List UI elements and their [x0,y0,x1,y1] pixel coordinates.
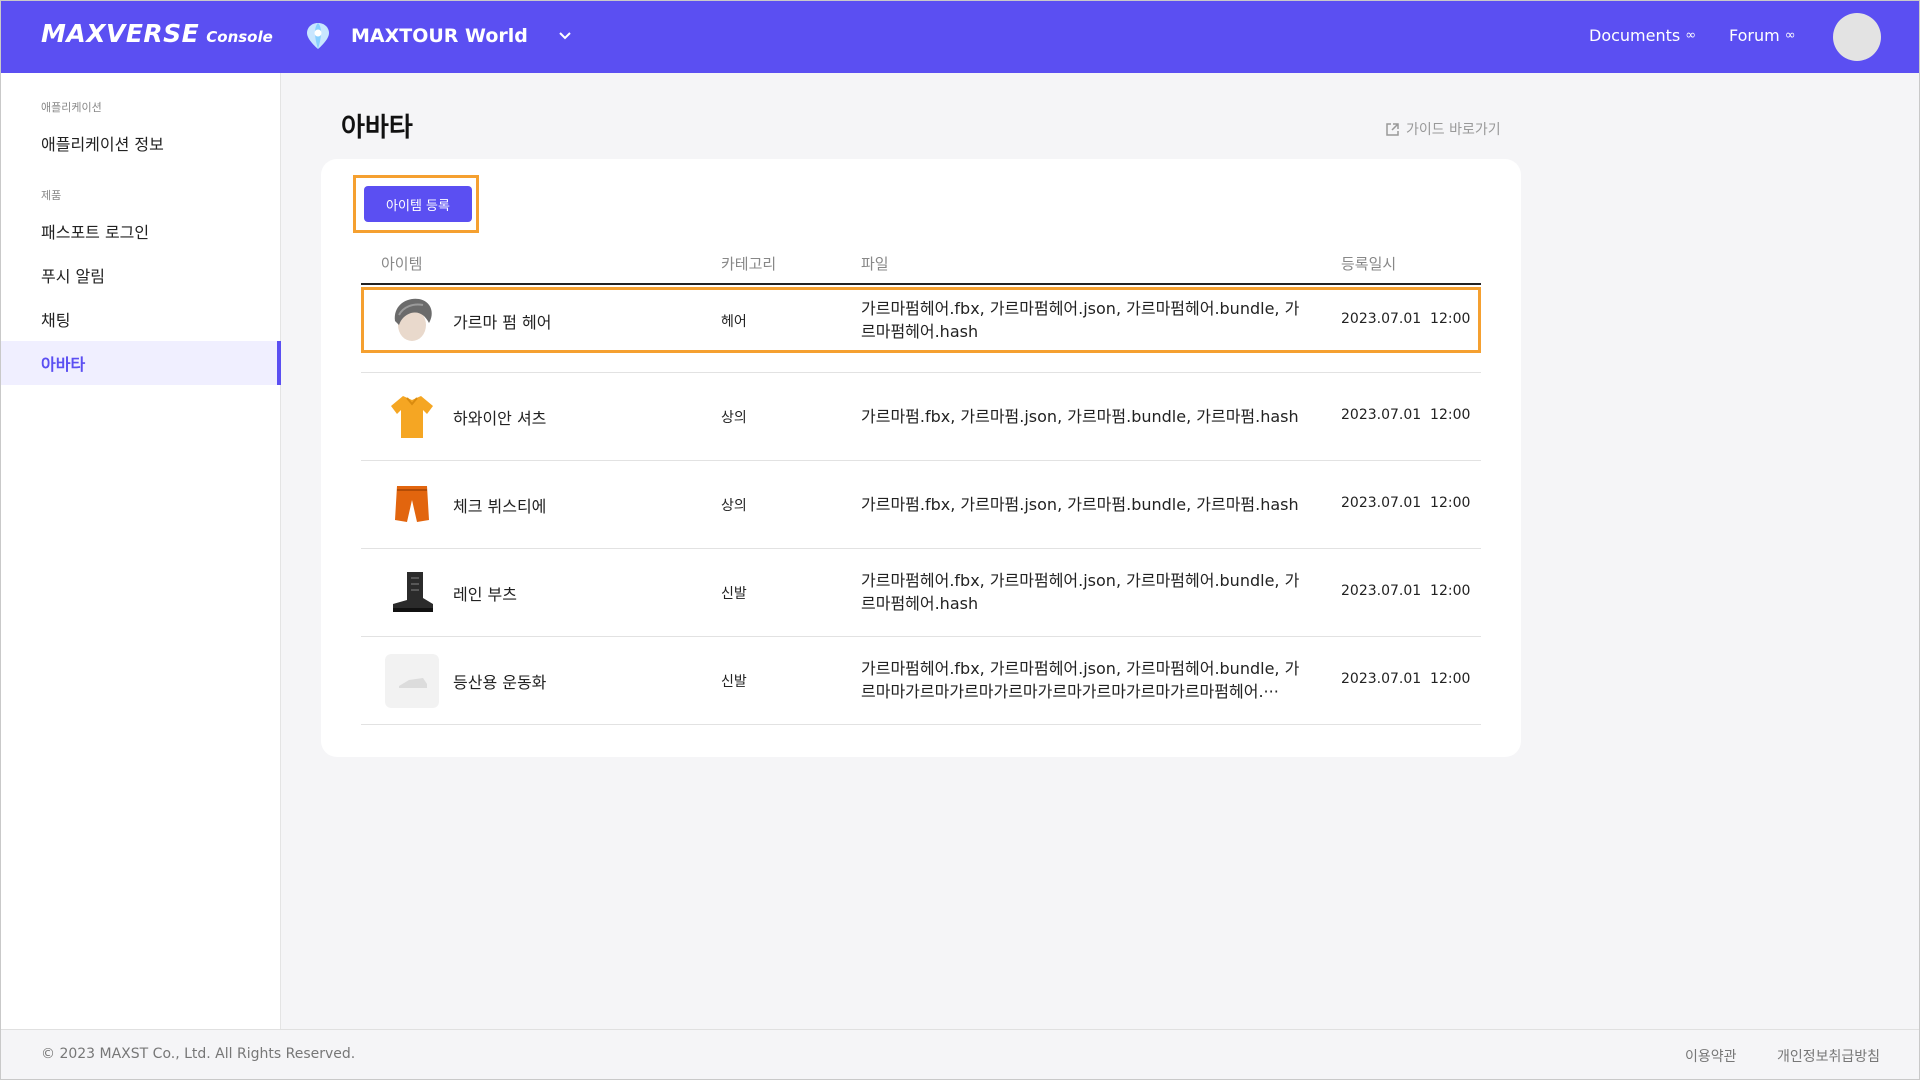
sidebar: 애플리케이션 애플리케이션 정보 제품 패스포트 로그인 푸시 알림 채팅 아바… [1,73,281,1029]
shorts-icon [395,486,429,522]
item-date: 2023.07.01 12:00 [1341,311,1471,327]
documents-label: Documents [1589,26,1681,45]
item-date: 2023.07.01 12:00 [1341,583,1471,599]
logo[interactable]: MAXVERSE Console [41,19,273,48]
external-link-icon: ∞ [1784,28,1796,43]
guide-link[interactable]: 가이드 바로가기 [1385,119,1501,139]
sidebar-section-product: 제품 [41,189,62,202]
item-category: 신발 [721,674,747,690]
avatar[interactable] [1833,13,1881,61]
terms-link[interactable]: 이용약관 [1685,1046,1737,1066]
column-header-date: 등록일시 [1341,255,1397,273]
external-link-icon [1386,122,1399,136]
add-button-highlight: 아이템 등록 [353,175,479,233]
add-item-button[interactable]: 아이템 등록 [364,186,472,222]
app-frame: MAXVERSE Console MAXTOUR World Documents… [0,0,1920,1080]
map-pin-icon [307,23,329,49]
sidebar-section-app: 애플리케이션 [41,101,102,114]
item-files: 가르마펌.fbx, 가르마펌.json, 가르마펌.bundle, 가르마펌.h… [861,495,1299,514]
sidebar-item-passport-login[interactable]: 패스포트 로그인 [1,209,281,253]
project-name: MAXTOUR World [351,25,528,47]
table-row[interactable]: 레인 부츠 신발 가르마펌헤어.fbx, 가르마펌헤어.json, 가르마펌헤어… [361,549,1481,637]
logo-main: MAXVERSE [41,19,200,48]
column-header-category: 카테고리 [721,255,777,273]
copyright: © 2023 MAXST Co., Ltd. All Rights Reserv… [41,1046,356,1062]
documents-link[interactable]: Documents ∞ [1589,26,1696,45]
sidebar-item-chat[interactable]: 채팅 [1,297,281,341]
table-row[interactable]: 체크 뷔스티에 상의 가르마펌.fbx, 가르마펌.json, 가르마펌.bun… [361,461,1481,549]
boot-icon [393,572,433,612]
item-date: 2023.07.01 12:00 [1341,495,1471,511]
top-bar: MAXVERSE Console MAXTOUR World Documents… [1,1,1919,73]
forum-link[interactable]: Forum ∞ [1729,26,1796,45]
forum-label: Forum [1729,26,1780,45]
item-category: 헤어 [721,314,747,330]
item-category: 상의 [721,410,747,426]
item-date: 2023.07.01 12:00 [1341,407,1471,423]
column-header-file: 파일 [861,255,889,273]
table-header: 아이템 카테고리 파일 등록일시 [361,245,1481,285]
sidebar-item-avatar[interactable]: 아바타 [1,341,281,385]
project-selector[interactable]: MAXTOUR World [305,22,572,50]
privacy-link[interactable]: 개인정보취급방침 [1777,1046,1880,1066]
external-link-icon: ∞ [1685,28,1697,43]
column-header-item: 아이템 [381,255,423,273]
shirt-icon [391,396,433,438]
sidebar-item-push[interactable]: 푸시 알림 [1,253,281,297]
chevron-down-icon [559,32,571,40]
item-files: 가르마펌헤어.fbx, 가르마펌헤어.json, 가르마펌헤어.bundle, … [861,659,1300,701]
sneaker-placeholder-icon [385,654,439,708]
table-row[interactable]: 가르마 펌 헤어 헤어 가르마펌헤어.fbx, 가르마펌헤어.json, 가르마… [361,285,1481,373]
item-date: 2023.07.01 12:00 [1341,671,1471,687]
page-title: 아바타 [341,113,413,143]
guide-link-label: 가이드 바로가기 [1406,122,1501,138]
item-files: 가르마펌헤어.fbx, 가르마펌헤어.json, 가르마펌헤어.bundle, … [861,299,1300,341]
item-name: 하와이안 셔츠 [453,409,547,428]
item-category: 상의 [721,498,747,514]
table-row[interactable]: 등산용 운동화 신발 가르마펌헤어.fbx, 가르마펌헤어.json, 가르마펌… [361,637,1481,725]
item-name: 레인 부츠 [453,585,517,604]
item-name: 가르마 펌 헤어 [453,313,552,332]
logo-sub: Console [206,28,273,46]
item-category: 신발 [721,586,747,602]
sidebar-item-app-info[interactable]: 애플리케이션 정보 [1,121,281,165]
item-files: 가르마펌헤어.fbx, 가르마펌헤어.json, 가르마펌헤어.bundle, … [861,571,1300,613]
table-row[interactable]: 하와이안 셔츠 상의 가르마펌.fbx, 가르마펌.json, 가르마펌.bun… [361,373,1481,461]
item-files: 가르마펌.fbx, 가르마펌.json, 가르마펌.bundle, 가르마펌.h… [861,407,1299,426]
hair-icon [394,298,432,341]
footer: © 2023 MAXST Co., Ltd. All Rights Reserv… [1,1029,1919,1079]
item-name: 등산용 운동화 [453,673,547,692]
item-name: 체크 뷔스티에 [453,497,547,516]
avatar-items-card: 아이템 등록 아이템 카테고리 파일 등록일시 가르마 펌 헤어 헤어 가르마펌… [321,159,1521,757]
